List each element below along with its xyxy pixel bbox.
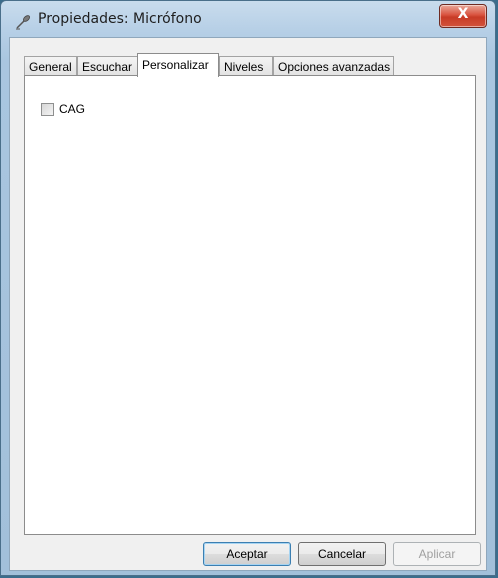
microphone-icon [15, 12, 33, 30]
dialog-client-area: General Escuchar Personalizar Niveles Op… [9, 37, 487, 571]
properties-dialog: Propiedades: Micrófono X General Escucha… [0, 0, 496, 576]
close-icon: X [457, 6, 469, 22]
tab-panel-personalizar: CAG [24, 75, 476, 535]
agc-checkbox[interactable] [41, 103, 54, 116]
tab-personalizar[interactable]: Personalizar [137, 53, 219, 77]
tab-niveles[interactable]: Niveles [219, 56, 273, 76]
apply-button[interactable]: Aplicar [393, 542, 481, 566]
tab-escuchar[interactable]: Escuchar [77, 56, 138, 76]
cancel-button[interactable]: Cancelar [298, 542, 386, 566]
agc-checkbox-label[interactable]: CAG [59, 102, 85, 116]
window-title: Propiedades: Micrófono [38, 11, 202, 27]
ok-button[interactable]: Aceptar [203, 542, 291, 566]
tab-general[interactable]: General [24, 56, 77, 76]
tab-opciones-avanzadas[interactable]: Opciones avanzadas [273, 56, 394, 76]
title-bar[interactable]: Propiedades: Micrófono X [1, 1, 495, 37]
close-button[interactable]: X [439, 4, 487, 28]
